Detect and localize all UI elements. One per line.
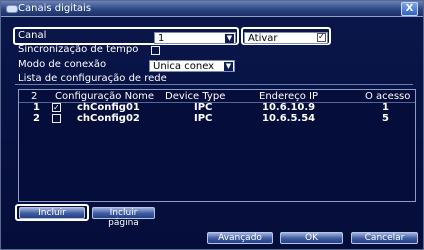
row-number: 2	[33, 113, 40, 124]
row-checkbox[interactable]	[52, 114, 61, 123]
connection-mode-select[interactable]: Única conex ▼	[149, 60, 235, 72]
divider	[15, 84, 413, 85]
window-icon	[6, 5, 18, 13]
advanced-button[interactable]: Avançado	[207, 232, 273, 244]
canal-select[interactable]: 1 ▼	[154, 32, 236, 44]
col-access: O acesso	[365, 91, 411, 102]
col-config-name: Configuração Nome	[55, 91, 155, 102]
ativar-label: Ativar	[248, 33, 278, 44]
table-row[interactable]: 2 chConfig02 IPC 10.6.5.54 5	[19, 113, 415, 124]
checkmark-icon: ✓	[53, 103, 60, 112]
connection-mode-value: Única conex	[153, 61, 215, 72]
title-bar: Canais digitais X	[1, 1, 423, 17]
add-button[interactable]: Incluir	[19, 207, 85, 219]
row-ip-address: 10.6.5.54	[262, 113, 316, 124]
network-config-table: 2 Configuração Nome Device Type Endereço…	[18, 89, 416, 202]
row-config-name: chConfig01	[77, 102, 140, 113]
add-page-button[interactable]: Incluir página	[92, 207, 155, 228]
col-ip-address: Endereço IP	[259, 91, 318, 102]
row-checkbox[interactable]: ✓	[52, 103, 61, 112]
sync-time-checkbox[interactable]	[151, 46, 160, 55]
ativar-field: Ativar	[244, 32, 328, 44]
table-row[interactable]: 1 ✓ chConfig01 IPC 10.6.10.9 1	[19, 102, 415, 113]
row-device-type: IPC	[194, 102, 213, 113]
col-device-type: Device Type	[165, 91, 226, 102]
cancel-button[interactable]: Cancelar	[351, 232, 418, 244]
sync-time-label: Sincronização de tempo	[18, 44, 139, 55]
row-config-name: chConfig02	[77, 113, 140, 124]
window-title: Canais digitais	[18, 3, 92, 14]
chevron-down-icon: ▼	[224, 62, 233, 71]
row-access: 1	[382, 102, 389, 113]
connection-mode-label: Modo de conexão	[18, 59, 107, 70]
digital-channels-dialog: Canais digitais X Canal 1 ▼ Ativar ✓ Sin…	[0, 0, 424, 250]
row-access: 5	[382, 113, 389, 124]
canal-value: 1	[158, 33, 165, 44]
canal-label: Canal	[18, 30, 47, 41]
col-count: 2	[31, 91, 38, 102]
ativar-checkbox[interactable]: ✓	[317, 32, 326, 42]
row-ip-address: 10.6.10.9	[262, 102, 316, 113]
ok-button[interactable]: OK	[280, 232, 343, 244]
chevron-down-icon: ▼	[225, 34, 234, 43]
close-button[interactable]: X	[401, 2, 418, 16]
row-number: 1	[33, 102, 40, 113]
row-device-type: IPC	[194, 113, 213, 124]
checkmark-icon: ✓	[318, 32, 325, 41]
